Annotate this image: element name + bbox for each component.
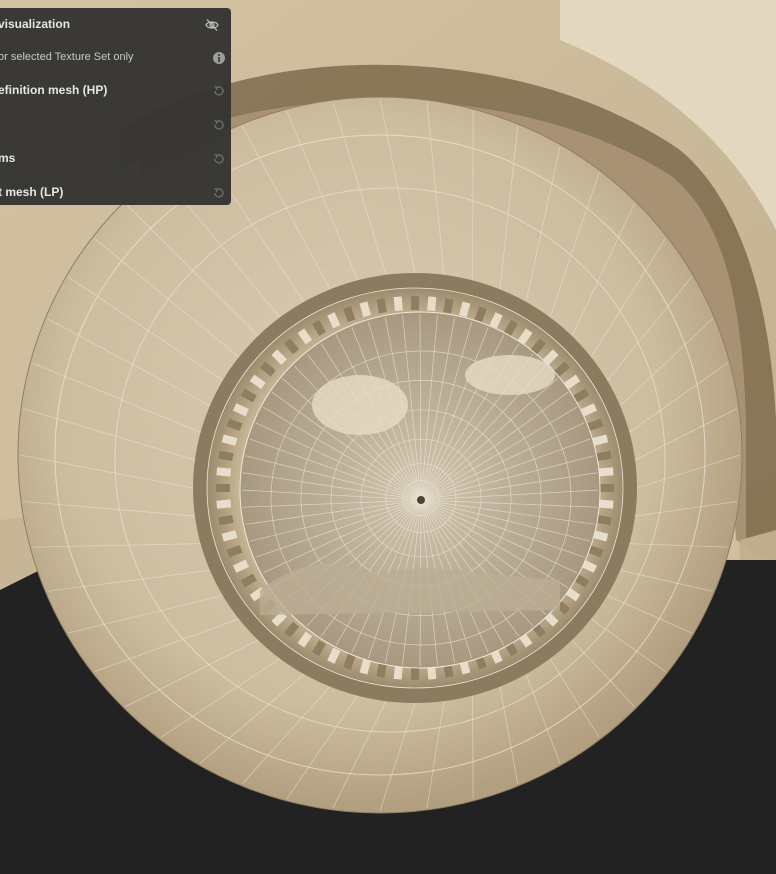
row-unlabeled[interactable] (0, 108, 231, 142)
reset-icon[interactable] (212, 84, 226, 98)
row-high-poly-mesh[interactable]: efinition mesh (HP) (0, 74, 231, 108)
row-label: or selected Texture Set only (0, 51, 134, 63)
reset-icon[interactable] (212, 152, 226, 166)
hub-center (417, 496, 425, 504)
row-texture-set[interactable]: or selected Texture Set only (0, 41, 231, 75)
row-visualization[interactable]: visualization (0, 8, 231, 42)
bake-settings-panel: visualization or selected Texture Set on… (0, 8, 231, 205)
reset-icon[interactable] (212, 118, 226, 132)
row-label: efinition mesh (HP) (0, 83, 108, 97)
row-label: visualization (0, 17, 71, 31)
row-label: t mesh (LP) (0, 185, 64, 199)
eye-hidden-icon[interactable] (205, 18, 219, 32)
row-low-poly-mesh[interactable]: t mesh (LP) (0, 176, 231, 210)
row-label: ms (0, 151, 16, 165)
info-icon[interactable] (212, 51, 226, 65)
reset-icon[interactable] (212, 186, 226, 200)
row-items[interactable]: ms (0, 142, 231, 176)
